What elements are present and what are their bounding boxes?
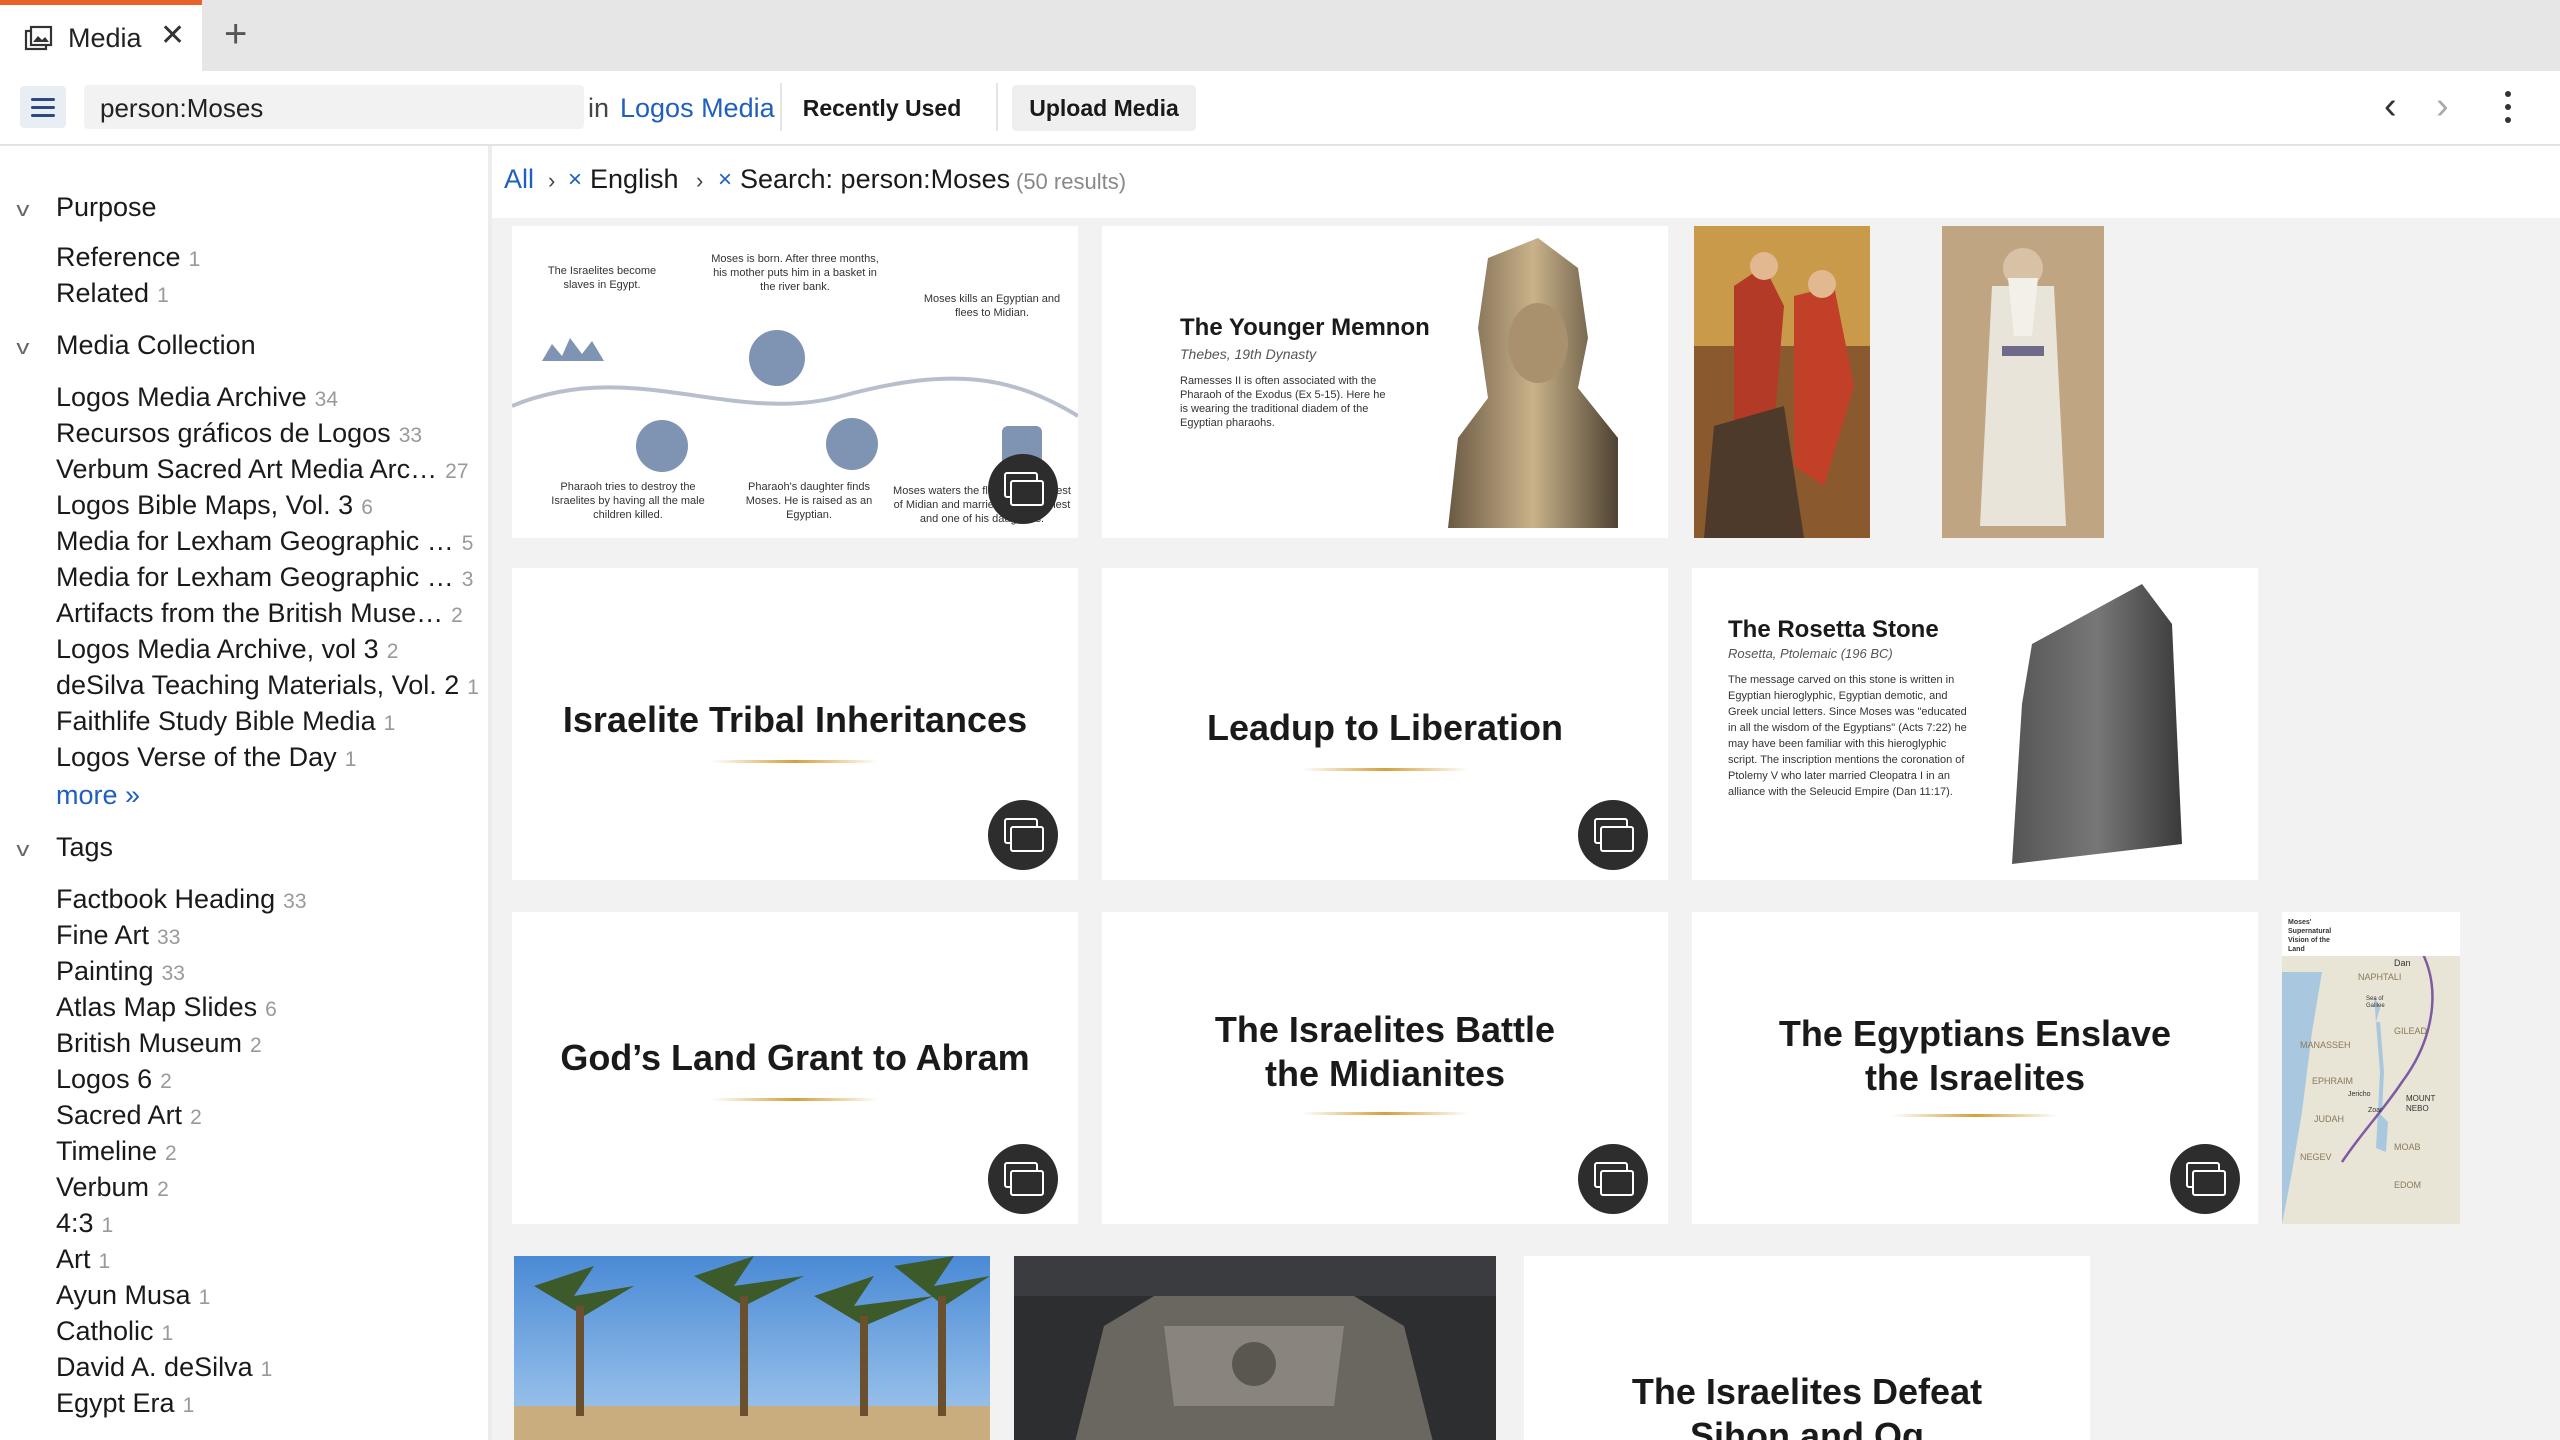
breadcrumb-search[interactable]: Search: person:Moses [740,164,1010,195]
media-card-memnon[interactable]: The Younger Memnon Thebes, 19th Dynasty … [1102,226,1668,538]
filter-item[interactable]: Timeline 2 [56,1136,177,1167]
media-card-land-grant[interactable]: God’s Land Grant to Abram [512,912,1078,1224]
painting-image [1942,226,2104,538]
filter-item[interactable]: Art 1 [56,1244,110,1275]
search-scope-link[interactable]: Logos Media [620,93,775,124]
remove-filter-icon[interactable]: × [568,166,582,194]
media-card-timeline[interactable]: The Israelites become slaves in Egypt. M… [512,226,1078,538]
filter-item[interactable]: Logos Bible Maps, Vol. 36 [56,490,373,521]
breadcrumb-all[interactable]: All [504,164,534,195]
media-card-artifact-photo[interactable] [1014,1256,1496,1440]
slide-deck-icon[interactable] [1578,800,1648,870]
tab-bar: Media ✕ + [0,0,2560,71]
filter-item[interactable]: Media for Lexham Geographic … 5 [56,526,473,557]
slide-deck-icon[interactable] [2170,1144,2240,1214]
filter-item[interactable]: David A. deSilva 1 [56,1352,272,1383]
tab-title: Media [68,23,142,53]
stone-artifact-photo [1014,1256,1496,1440]
media-card-leadup[interactable]: Leadup to Liberation [1102,568,1668,880]
filter-item[interactable]: Recursos gráficos de Logos 33 [56,418,422,449]
media-results: All › × English › × Search: person:Moses… [492,146,2560,1440]
purpose-section-header[interactable]: v Purpose [16,192,156,223]
breadcrumb: All › × English › × Search: person:Moses… [492,146,2560,218]
filter-item[interactable]: Sacred Art 2 [56,1100,202,1131]
toolbar-divider [996,83,998,131]
filter-item[interactable]: Egypt Era 1 [56,1388,194,1419]
media-card-painting-1[interactable] [1694,226,1870,538]
filter-item[interactable]: Logos Media Archive 34 [56,382,338,413]
breadcrumb-separator-icon: › [696,168,704,193]
slide-deck-icon[interactable] [988,1144,1058,1214]
rosetta-stone-image [2012,584,2182,864]
media-card-painting-2[interactable] [1942,226,2104,538]
close-icon[interactable]: ✕ [160,21,185,51]
upload-media-button[interactable]: Upload Media [1012,85,1196,131]
map-image [2282,912,2460,1224]
slide-deck-icon[interactable] [1578,1144,1648,1214]
search-box [84,85,584,129]
breadcrumb-separator-icon: › [548,168,556,193]
filter-item[interactable]: Artifacts from the British Muse… 2 [56,598,463,629]
chevron-down-icon: v [16,199,30,221]
results-count: (50 results) [1016,169,1127,194]
chevron-down-icon: v [16,337,30,359]
more-link[interactable]: more » [56,780,140,811]
media-card-map[interactable]: Moses' Supernatural Vision of the Land D… [2282,912,2460,1224]
forward-arrow-icon[interactable]: › [2436,85,2449,128]
media-collection-section-header[interactable]: v Media Collection [16,330,255,361]
chevron-down-icon: v [16,839,30,861]
search-input[interactable] [98,89,572,127]
tab-media[interactable]: Media ✕ [0,0,202,71]
painting-image [1694,226,1870,538]
filter-item[interactable]: Painting 33 [56,956,185,987]
filter-item[interactable]: Verbum 2 [56,1172,169,1203]
remove-filter-icon[interactable]: × [718,166,732,194]
media-card-enslave[interactable]: The Egyptians Enslave the Israelites [1692,912,2258,1224]
hamburger-menu-icon[interactable] [20,86,66,128]
media-card-rosetta[interactable]: The Rosetta Stone Rosetta, Ptolemaic (19… [1692,568,2258,880]
filter-item[interactable]: Atlas Map Slides 6 [56,992,277,1023]
media-icon [24,25,53,51]
slide-deck-icon[interactable] [988,800,1058,870]
filter-item[interactable]: Factbook Heading 33 [56,884,307,915]
filter-item[interactable]: British Museum 2 [56,1028,262,1059]
filter-item[interactable]: Verbum Sacred Art Media Arc… 27 [56,454,469,485]
filter-item[interactable]: Faithlife Study Bible Media 1 [56,706,395,737]
filter-item[interactable]: Media for Lexham Geographic … 3 [56,562,473,593]
tags-section-header[interactable]: v Tags [16,832,113,863]
media-card-oasis-photo[interactable] [514,1256,990,1440]
palm-trees-photo [514,1256,990,1440]
filter-item[interactable]: deSilva Teaching Materials, Vol. 21 [56,670,479,701]
new-tab-icon[interactable]: + [224,14,247,54]
filter-item[interactable]: Logos Verse of the Day 1 [56,742,356,773]
memnon-statue-image [1448,238,1618,528]
filter-item[interactable]: 4:3 1 [56,1208,113,1239]
media-card-defeat[interactable]: The Israelites Defeat Sihon and Og [1524,1256,2090,1440]
breadcrumb-english[interactable]: English [590,164,679,195]
slide-deck-icon[interactable] [988,454,1058,524]
filter-item[interactable]: Fine Art 33 [56,920,180,951]
media-card-battle[interactable]: The Israelites Battle the Midianites [1102,912,1668,1224]
filter-sidebar: v Purpose Reference 1 Related 1 v Media Coll… [0,146,492,1440]
filter-item[interactable]: Catholic 1 [56,1316,173,1347]
toolbar: in Logos Media Recently Used Upload Medi… [0,71,2560,146]
search-scope-label: in [588,93,610,123]
filter-item[interactable]: Logos Media Archive, vol 32 [56,634,398,665]
more-options-icon[interactable] [2505,91,2513,130]
filter-item[interactable]: Ayun Musa 1 [56,1280,210,1311]
filter-item[interactable]: Related 1 [56,278,169,309]
recently-used-button[interactable]: Recently Used [796,85,968,131]
media-card-tribal[interactable]: Israelite Tribal Inheritances [512,568,1078,880]
filter-item[interactable]: Reference 1 [56,242,200,273]
filter-item[interactable]: Logos 62 [56,1064,172,1095]
back-arrow-icon[interactable]: ‹ [2384,85,2397,128]
toolbar-divider [780,83,782,131]
